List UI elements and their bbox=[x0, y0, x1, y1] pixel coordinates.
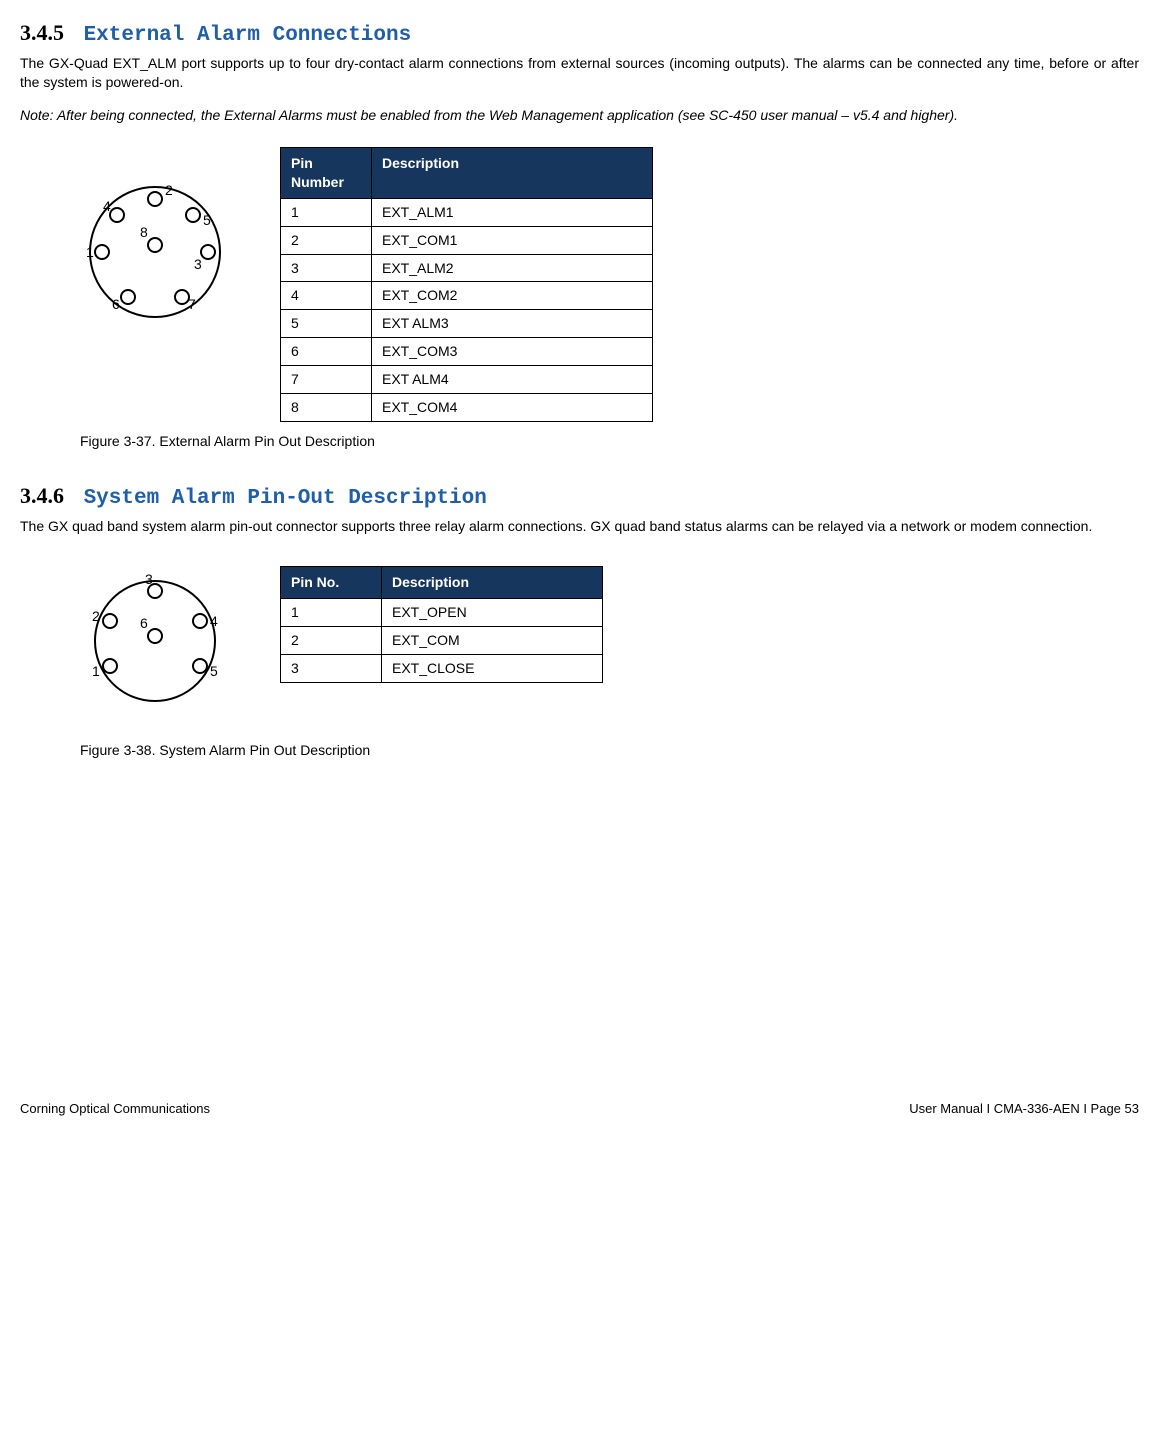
table-row: 2EXT_COM bbox=[281, 626, 603, 654]
section-number: 3.4.6 bbox=[20, 483, 64, 508]
table-row: 5EXT ALM3 bbox=[281, 310, 653, 338]
system-alarm-table: Pin No. Description 1EXT_OPEN 2EXT_COM 3… bbox=[280, 566, 603, 683]
table-row: 7EXT ALM4 bbox=[281, 366, 653, 394]
section-title: System Alarm Pin-Out Description bbox=[84, 487, 487, 510]
pin-label: 4 bbox=[210, 613, 218, 629]
pin-label: 6 bbox=[112, 296, 120, 312]
table-row: 8EXT_COM4 bbox=[281, 394, 653, 422]
section345-paragraph: The GX-Quad EXT_ALM port supports up to … bbox=[20, 54, 1139, 92]
pin-label: 3 bbox=[145, 571, 153, 587]
table-row: 2EXT_COM1 bbox=[281, 226, 653, 254]
pin-label: 5 bbox=[203, 212, 211, 228]
pin-label: 2 bbox=[92, 608, 100, 624]
figure-345-row: 2 5 3 7 6 1 4 8 Pin Number Description 1… bbox=[70, 147, 1139, 422]
pin-label: 3 bbox=[194, 256, 202, 272]
figure-337-caption: Figure 3-37. External Alarm Pin Out Desc… bbox=[80, 432, 1139, 451]
pin-label: 1 bbox=[92, 663, 100, 679]
table-row: 4EXT_COM2 bbox=[281, 282, 653, 310]
section346-paragraph: The GX quad band system alarm pin-out co… bbox=[20, 517, 1139, 536]
footer-left: Corning Optical Communications bbox=[20, 1100, 210, 1118]
external-alarm-table: Pin Number Description 1EXT_ALM1 2EXT_CO… bbox=[280, 147, 653, 422]
th-pin: Pin No. bbox=[281, 567, 382, 599]
pin-label: 8 bbox=[140, 224, 148, 240]
th-pin: Pin Number bbox=[281, 148, 372, 199]
pin-label: 2 bbox=[165, 182, 173, 198]
table-row: 6EXT_COM3 bbox=[281, 338, 653, 366]
section-number: 3.4.5 bbox=[20, 20, 64, 45]
pin-label: 5 bbox=[210, 663, 218, 679]
connector-8pin-diagram: 2 5 3 7 6 1 4 8 bbox=[70, 167, 240, 342]
connector-6pin-diagram: 3 4 5 1 2 6 bbox=[70, 566, 240, 721]
pin-label: 1 bbox=[86, 244, 94, 260]
table-row: 1EXT_ALM1 bbox=[281, 198, 653, 226]
th-desc: Description bbox=[372, 148, 653, 199]
table-row: 1EXT_OPEN bbox=[281, 598, 603, 626]
page-footer: Corning Optical Communications User Manu… bbox=[20, 1100, 1139, 1118]
section345-note: Note: After being connected, the Externa… bbox=[20, 106, 1139, 125]
footer-right: User Manual I CMA-336-AEN I Page 53 bbox=[909, 1100, 1139, 1118]
table-row: 3EXT_CLOSE bbox=[281, 654, 603, 682]
figure-346-row: 3 4 5 1 2 6 Pin No. Description 1EXT_OPE… bbox=[70, 566, 1139, 721]
pin-label: 4 bbox=[103, 198, 111, 214]
table-row: 3EXT_ALM2 bbox=[281, 254, 653, 282]
figure-338-caption: Figure 3-38. System Alarm Pin Out Descri… bbox=[80, 741, 1139, 760]
pin-label: 7 bbox=[188, 296, 196, 312]
section-heading-346: 3.4.6 System Alarm Pin-Out Description bbox=[20, 481, 1139, 513]
pin-label: 6 bbox=[140, 615, 148, 631]
section-heading-345: 3.4.5 External Alarm Connections bbox=[20, 18, 1139, 50]
th-desc: Description bbox=[382, 567, 603, 599]
section-title: External Alarm Connections bbox=[84, 24, 412, 47]
